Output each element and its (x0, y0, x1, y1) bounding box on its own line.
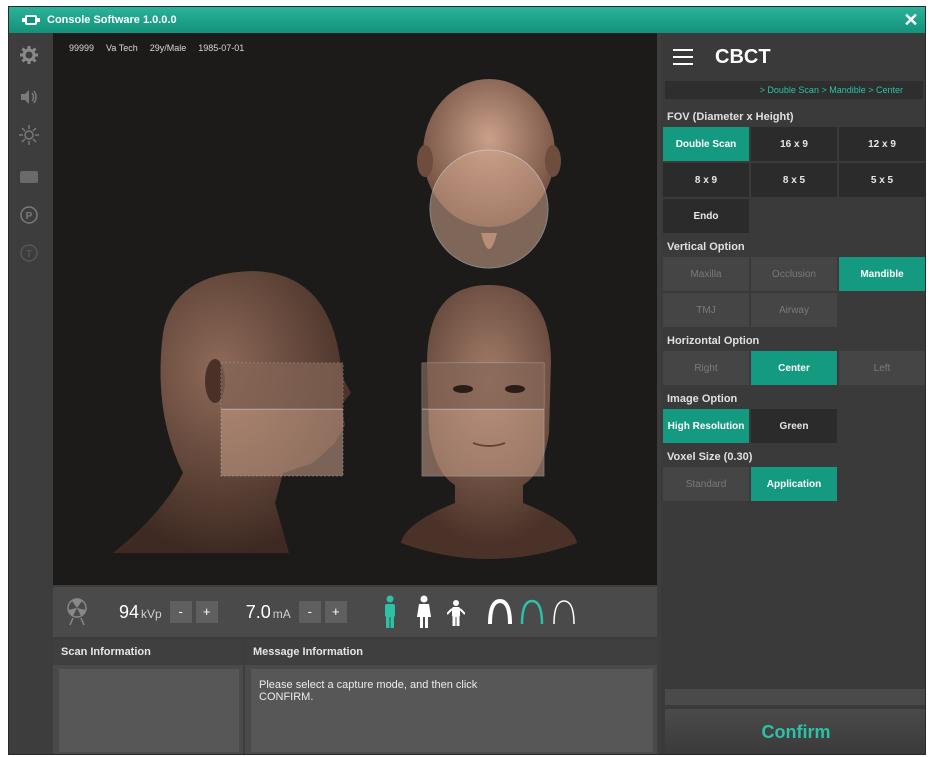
front-view-head (401, 285, 577, 559)
fov-option-16-x-9[interactable]: 16 x 9 (751, 127, 837, 161)
svg-text:P: P (26, 211, 33, 222)
message-information-panel: Message Information Please select a capt… (245, 639, 657, 754)
close-icon[interactable]: ✕ (901, 10, 921, 30)
kvp-value: 94 (119, 601, 140, 622)
exposure-control-bar: 94 kVp - + 7.0 mA - + (53, 587, 657, 637)
top-view-head (417, 79, 561, 269)
scan-viewport[interactable]: 99999 Va Tech 29y/Male 1985-07-01 (53, 33, 657, 585)
ma-unit: mA (272, 606, 291, 621)
fov-option-8-x-9[interactable]: 8 x 9 (663, 163, 749, 197)
side-view-head (113, 271, 351, 553)
vertical-option-tmj: TMJ (663, 293, 749, 327)
gear-icon[interactable] (17, 43, 41, 67)
vertical-option-maxilla: Maxilla (663, 257, 749, 291)
horizontal-option-right: Right (663, 351, 749, 385)
arch-narrow-icon[interactable] (551, 599, 577, 625)
arch-medium-icon[interactable] (519, 599, 545, 625)
voxel-options: Standard Application (661, 467, 925, 501)
panel-header: CBCT (661, 33, 925, 81)
breadcrumb: > Double Scan > Mandible > Center (665, 81, 923, 99)
panel-title: CBCT (715, 45, 771, 68)
fov-option-5-x-5[interactable]: 5 x 5 (839, 163, 925, 197)
message-information-body: Please select a capture mode, and then c… (251, 669, 653, 752)
message-text: Please select a capture mode, and then c… (259, 679, 478, 703)
ma-display: 7.0 mA (246, 602, 291, 623)
kvp-unit: kVp (141, 606, 162, 621)
confirm-divider (665, 689, 925, 705)
scan-information-body (59, 669, 239, 752)
kvp-display: 94 kVp (119, 602, 162, 623)
cbct-options-panel: CBCT > Double Scan > Mandible > Center F… (661, 33, 925, 754)
hamburger-menu-icon[interactable] (673, 49, 693, 65)
confirm-button[interactable]: Confirm (665, 709, 925, 754)
message-information-title: Message Information (245, 639, 657, 665)
p-icon[interactable]: P (17, 203, 41, 227)
kvp-decrease-button[interactable]: - (169, 601, 192, 623)
arch-wide-icon[interactable] (487, 598, 513, 625)
radiation-icon (65, 597, 89, 627)
image-option-label: Image Option (667, 393, 738, 405)
fov-option-12-x-9[interactable]: 12 x 9 (839, 127, 925, 161)
speaker-icon[interactable] (17, 85, 41, 109)
fov-options: Double Scan 16 x 9 12 x 9 8 x 98 x 55 x 5 En… (661, 127, 925, 233)
vertical-option-label: Vertical Option (667, 241, 745, 253)
vertical-option-airway: Airway (751, 293, 837, 327)
voxel-option-standard: Standard (663, 467, 749, 501)
vertical-options: Maxilla Occlusion Mandible TMJ Airway (661, 257, 925, 327)
image-options: High Resolution Green (661, 409, 925, 443)
adult-male-icon[interactable] (381, 595, 399, 629)
adult-female-icon[interactable] (415, 595, 433, 629)
image-option-high-resolution[interactable]: High Resolution (663, 409, 749, 443)
fov-section-label: FOV (Diameter x Height) (667, 111, 794, 123)
horizontal-option-label: Horizontal Option (667, 335, 760, 347)
left-toolbar: P T (9, 33, 49, 754)
fov-option-8-x-5[interactable]: 8 x 5 (751, 163, 837, 197)
monitor-icon[interactable] (17, 165, 41, 189)
head-models (113, 79, 577, 559)
scan-information-panel: Scan Information (53, 639, 243, 754)
fov-option-double-scan[interactable]: Double Scan (663, 127, 749, 161)
console-window: Console Software 1.0.0.0 ✕ P T 99999 Va … (8, 6, 926, 755)
scan-information-title: Scan Information (53, 639, 243, 665)
sun-icon[interactable] (17, 123, 41, 147)
horizontal-options: Right Center Left (661, 351, 925, 385)
ma-decrease-button[interactable]: - (298, 601, 321, 623)
horizontal-option-center[interactable]: Center (751, 351, 837, 385)
ma-value: 7.0 (245, 601, 271, 622)
voxel-size-label: Voxel Size (0.30) (667, 451, 753, 463)
fov-option-endo[interactable]: Endo (663, 199, 749, 233)
horizontal-option-left: Left (839, 351, 925, 385)
kvp-increase-button[interactable]: + (195, 601, 218, 623)
child-icon[interactable] (446, 599, 466, 629)
t-icon[interactable]: T (17, 241, 41, 265)
image-option-green[interactable]: Green (751, 409, 837, 443)
title-bar: Console Software 1.0.0.0 ✕ (9, 7, 925, 33)
vertical-option-occlusion: Occlusion (751, 257, 837, 291)
window-title: Console Software 1.0.0.0 (47, 14, 177, 26)
vertical-option-mandible[interactable]: Mandible (839, 257, 925, 291)
app-logo-icon (19, 7, 43, 33)
svg-text:T: T (26, 249, 32, 260)
voxel-option-application[interactable]: Application (751, 467, 837, 501)
ma-increase-button[interactable]: + (324, 601, 347, 623)
